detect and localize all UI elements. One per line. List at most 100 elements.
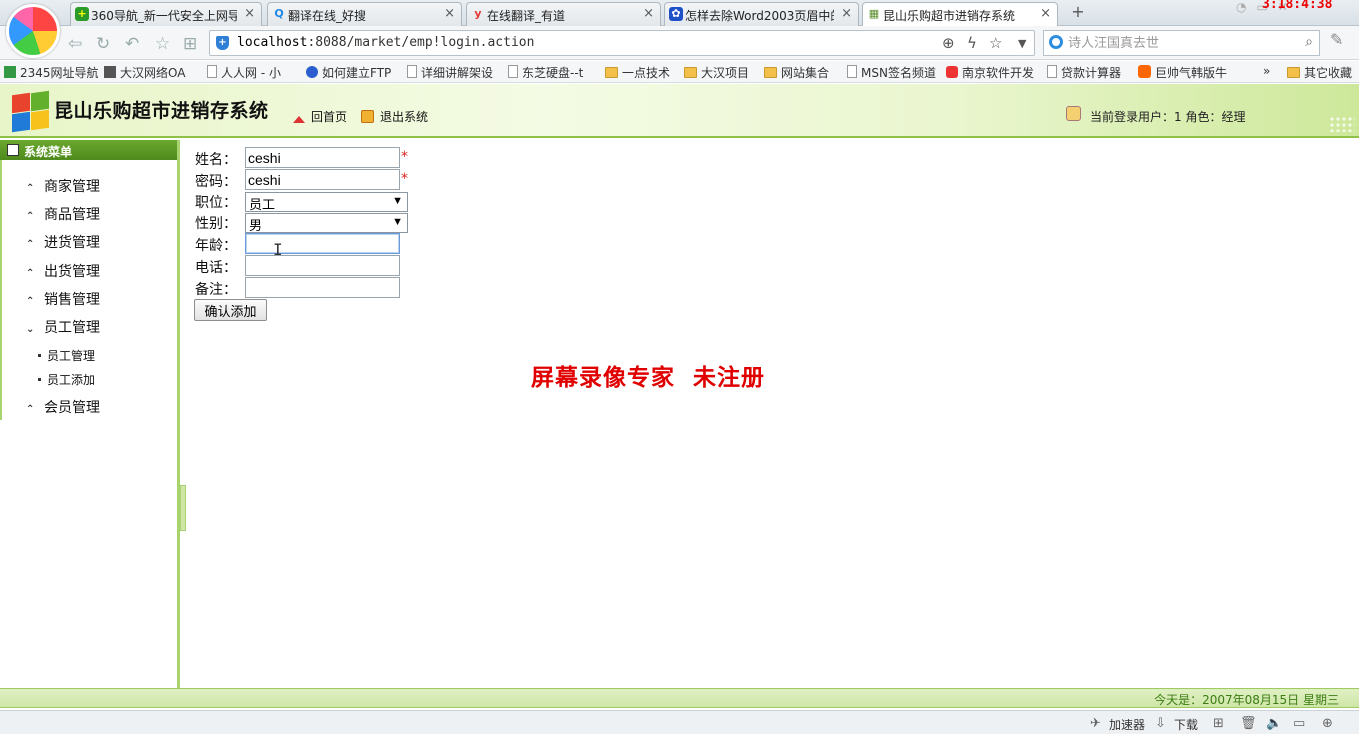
window-icon[interactable]: ▭: [1293, 716, 1305, 731]
folder-icon: [684, 67, 697, 78]
url-text[interactable]: localhost:8088/market/emp!login.action: [237, 35, 534, 50]
search-engine-icon: [1049, 35, 1063, 49]
bookmark-item[interactable]: 2345网址导航: [4, 64, 99, 81]
bookmark-folder[interactable]: 大汉项目: [684, 64, 749, 81]
tools-wrench-icon[interactable]: ✎: [1330, 30, 1343, 49]
apps-grid-icon[interactable]: ⊞: [183, 34, 197, 54]
bookmark-item[interactable]: 巨帅气韩版牛: [1138, 64, 1227, 81]
confirm-add-button[interactable]: 确认添加: [194, 299, 267, 321]
bookmark-item[interactable]: 详细讲解架设: [407, 64, 493, 81]
sidebar-accent-line: [0, 160, 2, 420]
note-input[interactable]: [245, 277, 400, 298]
sidebar-title: 系统菜单: [0, 140, 177, 160]
sidebar-item-member[interactable]: ⌃ 会员管理: [26, 397, 100, 417]
gender-select[interactable]: 男 ▼: [245, 213, 408, 233]
bookmark-star-icon[interactable]: ☆: [989, 34, 1002, 52]
refresh-icon[interactable]: ↻: [96, 34, 110, 54]
bookmark-item[interactable]: 贷款计算器: [1047, 64, 1121, 81]
edit-menu-icon: [7, 144, 19, 156]
sidebar-item-product[interactable]: ⌃ 商品管理: [26, 204, 100, 224]
tab-title: 360导航_新一代安全上网导航: [91, 9, 237, 23]
name-label: 姓名：: [195, 152, 237, 168]
page-icon: [847, 65, 857, 78]
browser-logo-icon[interactable]: [6, 4, 60, 58]
sidebar-item-purchase[interactable]: ⌃ 进货管理: [26, 232, 100, 252]
sidebar-item-sales[interactable]: ⌃ 销售管理: [26, 289, 100, 309]
page-icon: [1047, 65, 1057, 78]
tab-favicon-icon: +: [75, 7, 89, 21]
page-icon: [207, 65, 217, 78]
close-tab-icon[interactable]: ×: [841, 6, 852, 21]
search-input[interactable]: [1068, 33, 1288, 53]
address-bar[interactable]: + localhost:8088/market/emp!login.action…: [209, 30, 1035, 56]
name-input[interactable]: [245, 147, 400, 168]
bookmark-folder[interactable]: 网站集合: [764, 64, 829, 81]
zoom-icon[interactable]: ⊕: [1322, 716, 1333, 731]
search-box[interactable]: ⌕: [1043, 30, 1320, 56]
lightning-icon[interactable]: ϟ: [967, 34, 977, 52]
home-link[interactable]: 回首页: [293, 108, 347, 125]
accelerator-button[interactable]: 加速器: [1109, 716, 1145, 733]
browser-tab-5-active[interactable]: ▦ 昆山乐购超市进销存系统 ×: [862, 2, 1058, 27]
url-dropdown-icon[interactable]: ▼: [1018, 37, 1026, 50]
bookmarks-more-button[interactable]: »: [1263, 64, 1270, 78]
required-mark: *: [401, 171, 408, 187]
screenshot-icon[interactable]: ⊞: [1213, 716, 1224, 731]
password-input[interactable]: [245, 169, 400, 190]
browser-tab-2[interactable]: Q 翻译在线_好搜 ×: [267, 2, 462, 26]
taobao-icon: [1138, 65, 1151, 78]
bookmark-item[interactable]: MSN签名频道: [847, 64, 936, 81]
download-button[interactable]: 下载: [1174, 716, 1198, 733]
trash-icon[interactable]: 🗑: [1240, 716, 1257, 731]
home-icon: [293, 116, 305, 123]
chevron-up-icon: ⌃: [26, 239, 35, 250]
close-tab-icon[interactable]: ×: [643, 6, 654, 21]
browser-tab-3[interactable]: y 在线翻译_有道 ×: [466, 2, 661, 26]
back-icon[interactable]: ⇦: [68, 34, 82, 54]
search-icon[interactable]: ⌕: [1305, 34, 1313, 50]
chevron-up-icon: ⌃: [26, 211, 35, 222]
browser-tab-bar: + 360导航_新一代安全上网导航 × Q 翻译在线_好搜 × y 在线翻译_有…: [0, 0, 1359, 27]
bookmark-item[interactable]: 如何建立FTP: [306, 64, 391, 81]
age-input[interactable]: [245, 233, 400, 254]
page-icon: [508, 65, 518, 78]
browser-nav-bar: ⇦ ↻ ↶ ☆ ⊞ + localhost:8088/market/emp!lo…: [0, 26, 1359, 60]
gender-label: 性别：: [195, 216, 237, 232]
sidebar-item-employee[interactable]: ⌄ 员工管理: [26, 317, 100, 337]
sidebar-item-shipment[interactable]: ⌃ 出货管理: [26, 261, 100, 281]
logout-link[interactable]: 退出系统: [361, 108, 428, 125]
sidebar-item-merchant[interactable]: ⌃ 商家管理: [26, 176, 100, 196]
sidebar-subitem-employee-manage[interactable]: 员工管理: [38, 347, 95, 364]
zoom-icon[interactable]: ⊕: [942, 34, 955, 52]
tab-title: 怎样去除Word2003页眉中的横线: [685, 9, 834, 23]
chevron-down-icon: ⌄: [26, 324, 35, 335]
other-bookmarks-folder[interactable]: 其它收藏: [1287, 64, 1352, 81]
tab-favicon-icon: ▦: [868, 7, 880, 20]
browser-tab-1[interactable]: + 360导航_新一代安全上网导航 ×: [70, 2, 262, 26]
bookmark-folder[interactable]: 一点技术: [605, 64, 670, 81]
volume-icon[interactable]: 🔈: [1266, 716, 1282, 731]
paw-icon: [306, 66, 318, 78]
bookmarks-bar: 2345网址导航 大汉网络OA 人人网 - 小 如何建立FTP 详细讲解架设 东…: [0, 61, 1359, 83]
bookmark-item[interactable]: 东芝硬盘--t: [508, 64, 583, 81]
close-tab-icon[interactable]: ×: [1040, 6, 1051, 21]
app-footer: 今天是：2007年08月15日 星期三: [0, 688, 1359, 708]
close-tab-icon[interactable]: ×: [444, 6, 455, 21]
employee-add-form: 姓名： * 密码： * 职位： 员工 ▼ 性别： 男 ▼ 年龄： I 电话： 备…: [184, 140, 1359, 688]
favorite-star-icon[interactable]: ☆: [155, 34, 170, 54]
undo-close-icon[interactable]: ↶: [125, 34, 139, 54]
bookmark-item[interactable]: 人人网 - 小: [207, 64, 281, 81]
position-select[interactable]: 员工 ▼: [245, 192, 408, 212]
accelerator-icon: ✈: [1090, 716, 1101, 731]
folder-icon: [605, 67, 618, 78]
browser-tab-4[interactable]: ✿ 怎样去除Word2003页眉中的横线 ×: [664, 2, 859, 26]
close-tab-icon[interactable]: ×: [244, 6, 255, 21]
sidebar-subitem-employee-add[interactable]: 员工添加: [38, 371, 95, 388]
footer-date: 今天是：2007年08月15日 星期三: [1154, 693, 1339, 707]
recorder-watermark: 屏幕录像专家 未注册: [531, 364, 766, 391]
new-tab-button[interactable]: +: [1066, 2, 1090, 24]
exit-icon: [361, 110, 374, 123]
bookmark-item[interactable]: 大汉网络OA: [104, 64, 185, 81]
bookmark-item[interactable]: 南京软件开发: [946, 64, 1034, 81]
phone-input[interactable]: [245, 255, 400, 276]
